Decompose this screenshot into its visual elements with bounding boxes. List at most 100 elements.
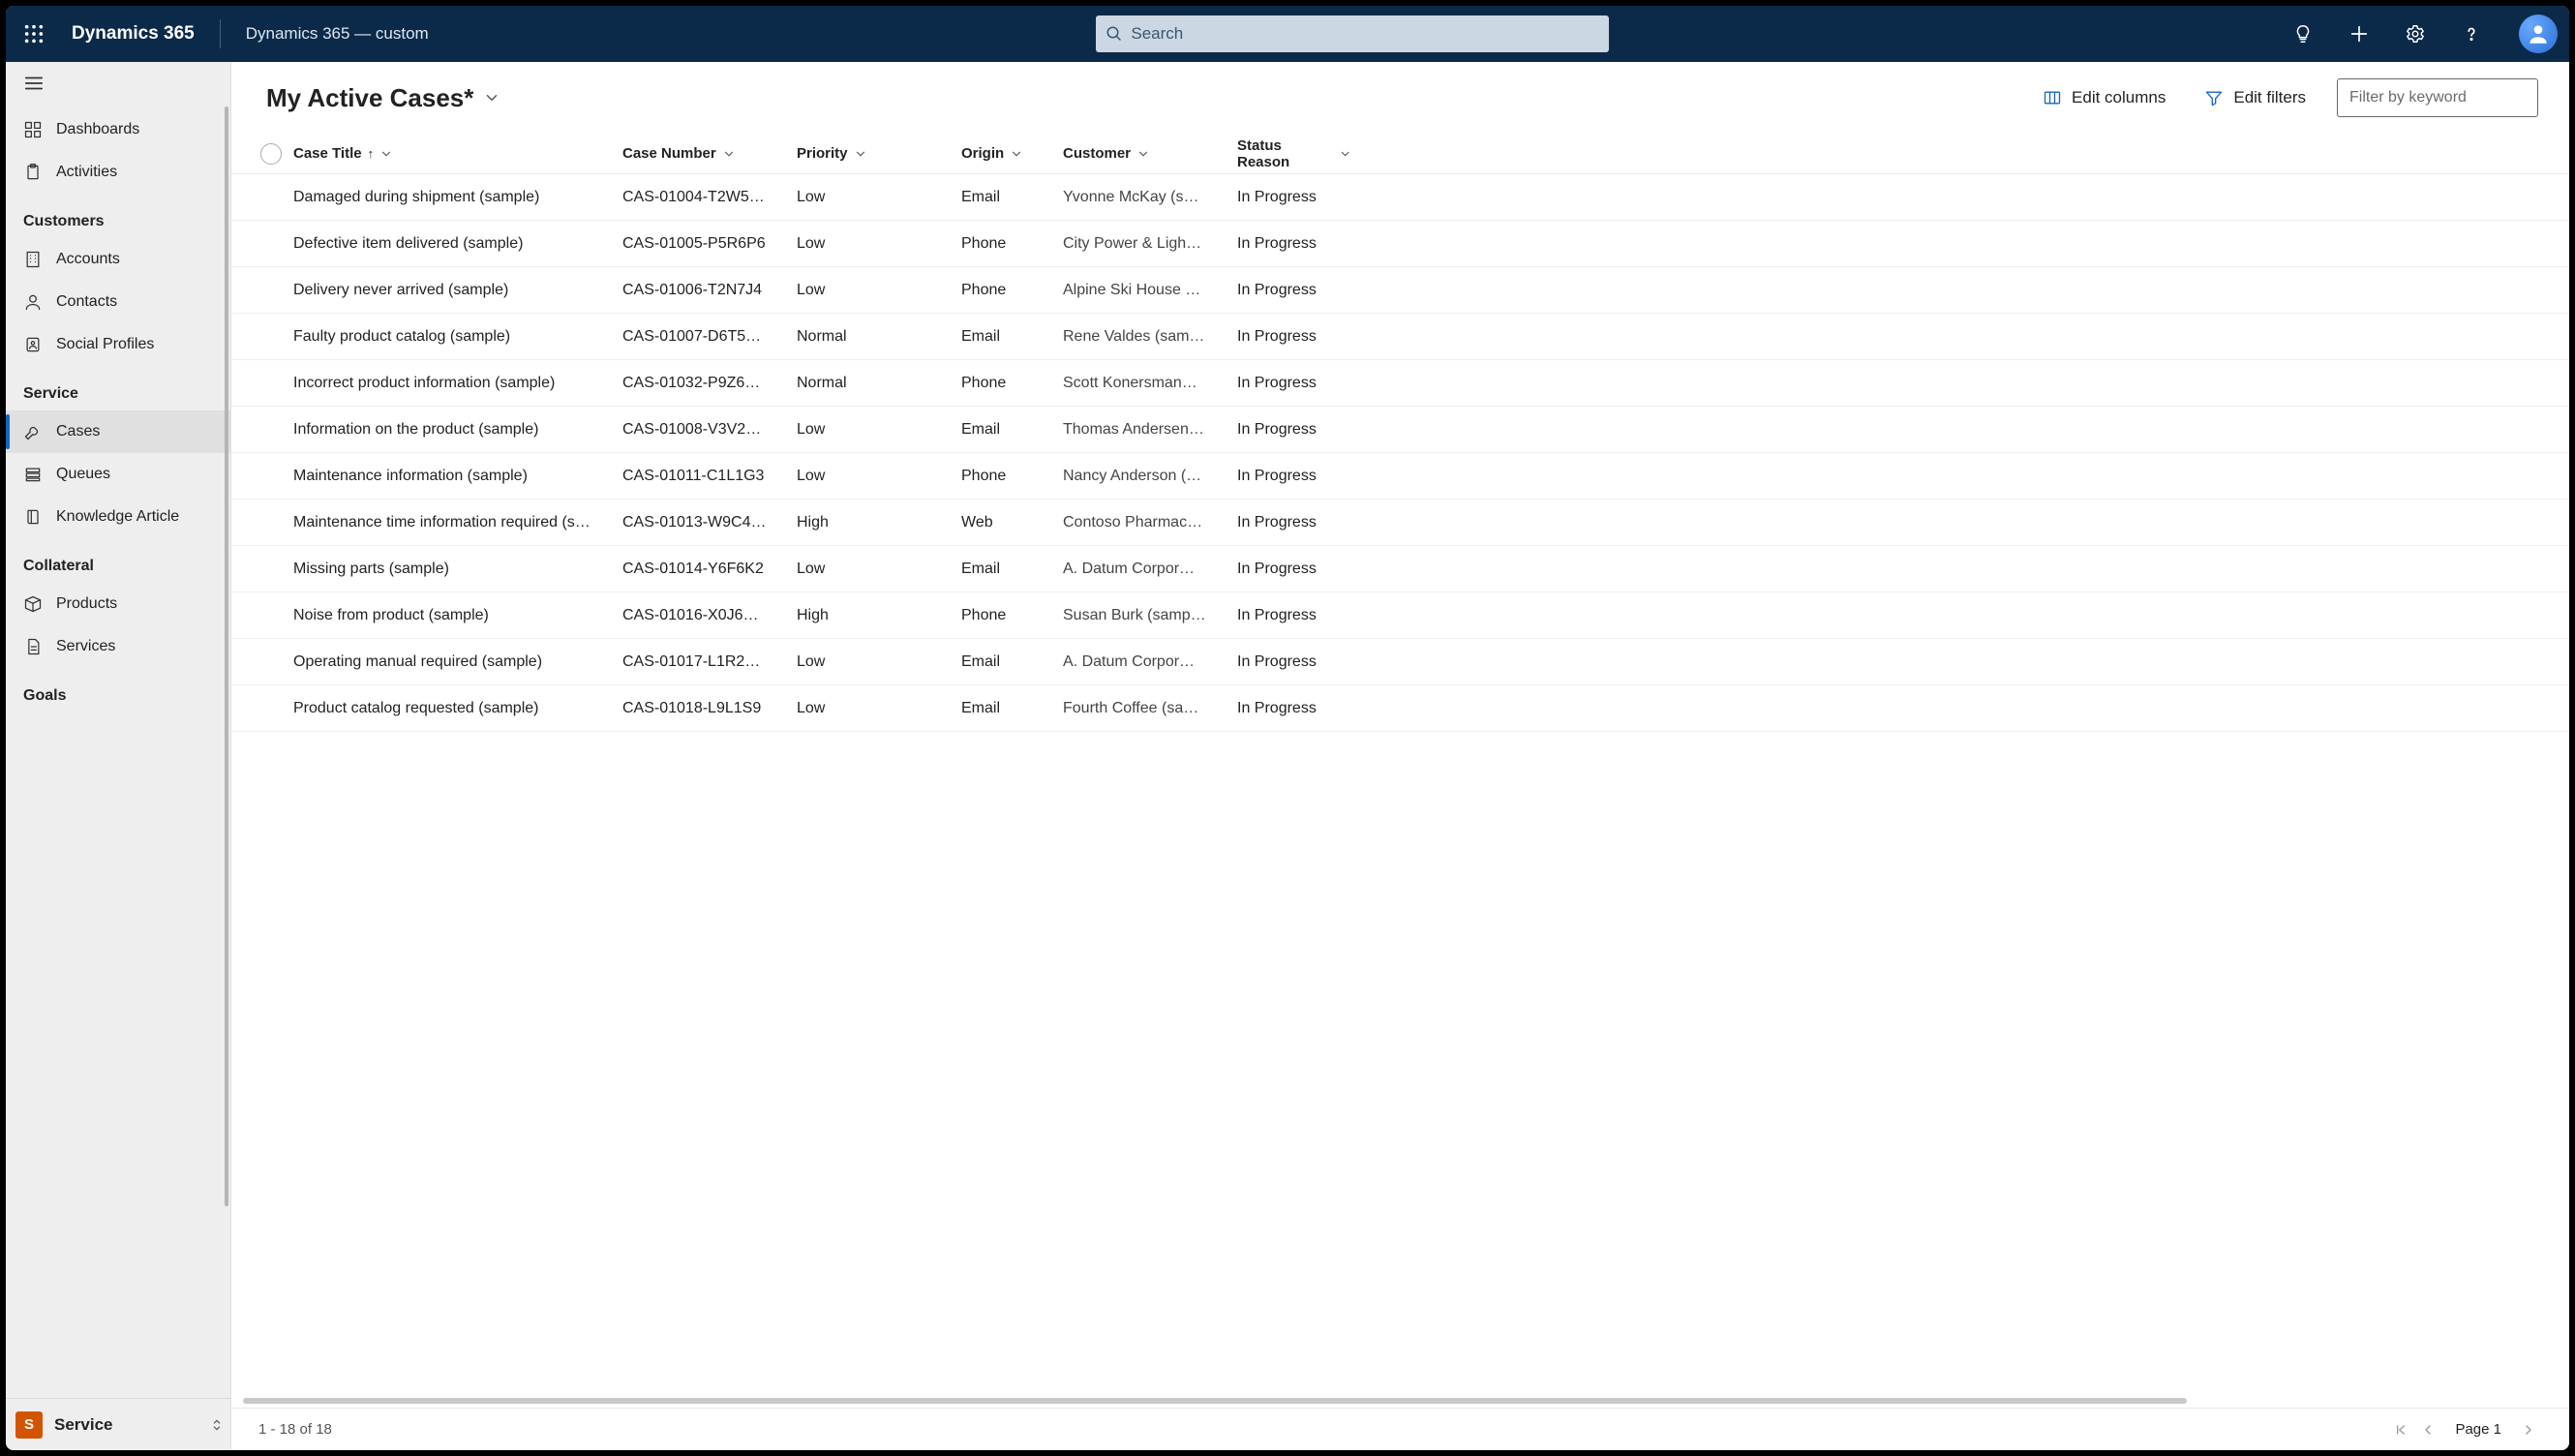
column-header-origin[interactable]: Origin (961, 145, 1023, 162)
cell-origin: Email (961, 421, 1063, 439)
sidebar-nav: DashboardsActivitiesCustomersAccountsCon… (6, 105, 230, 1398)
building-icon (23, 250, 43, 269)
column-header-case-number[interactable]: Case Number (622, 145, 736, 162)
topbar: Dynamics 365 Dynamics 365 — custom (6, 6, 2569, 62)
sidebar-item-contacts[interactable]: Contacts (6, 281, 230, 323)
grid: Case Title ↑ Case Number Priorit (231, 134, 2569, 1450)
lightbulb-icon (2292, 23, 2314, 45)
cell-case-number: CAS-01018-L9L1S9 (622, 700, 797, 717)
cell-customer: Fourth Coffee (sa… (1063, 700, 1237, 717)
sidebar-item-queues[interactable]: Queues (6, 453, 230, 496)
cell-title: Operating manual required (sample) (293, 653, 622, 671)
cell-priority: Low (797, 235, 961, 253)
table-row[interactable]: Defective item delivered (sample) CAS-01… (231, 221, 2569, 267)
cell-status-reason: In Progress (1237, 514, 1363, 531)
column-header-title[interactable]: Case Title ↑ (293, 145, 393, 162)
view-picker[interactable]: My Active Cases* (266, 83, 500, 113)
area-switch-button[interactable] (203, 1411, 230, 1439)
table-row[interactable]: Missing parts (sample) CAS-01014-Y6F6K2 … (231, 546, 2569, 592)
table-row[interactable]: Information on the product (sample) CAS-… (231, 407, 2569, 453)
breadcrumb[interactable]: Dynamics 365 — custom (246, 24, 429, 44)
cell-origin: Phone (961, 375, 1063, 392)
sidebar-item-activities[interactable]: Activities (6, 151, 230, 194)
table-row[interactable]: Maintenance information (sample) CAS-010… (231, 453, 2569, 500)
sidebar-scroll-thumb[interactable] (225, 106, 228, 1206)
sidebar-item-accounts[interactable]: Accounts (6, 238, 230, 281)
cell-title: Missing parts (sample) (293, 561, 622, 578)
sidebar-scrollbar[interactable] (223, 105, 230, 1398)
cell-priority: Low (797, 189, 961, 206)
pager-next-button[interactable] (2515, 1416, 2542, 1443)
column-header-title-label: Case Title (293, 145, 362, 162)
sidebar-group-label: Customers (6, 194, 230, 238)
user-avatar[interactable] (2519, 15, 2558, 53)
select-all-checkbox[interactable] (260, 143, 282, 165)
insights-button[interactable] (2288, 19, 2318, 48)
select-all-cell[interactable] (249, 143, 293, 165)
table-row[interactable]: Faulty product catalog (sample) CAS-0100… (231, 314, 2569, 360)
grid-horizontal-scroll-thumb[interactable] (243, 1398, 2187, 1404)
table-row[interactable]: Delivery never arrived (sample) CAS-0100… (231, 267, 2569, 314)
cell-customer: Contoso Pharmac… (1063, 514, 1237, 531)
column-header-priority-label: Priority (797, 145, 848, 162)
sidebar-area-switcher[interactable]: S Service (6, 1398, 230, 1450)
cell-priority: Normal (797, 328, 961, 346)
table-row[interactable]: Incorrect product information (sample) C… (231, 360, 2569, 407)
area-tile: S (15, 1411, 43, 1439)
cell-title: Maintenance time information required (s… (293, 514, 622, 531)
pager-prev-button[interactable] (2414, 1416, 2441, 1443)
cell-priority: High (797, 607, 961, 624)
doc-icon (23, 637, 43, 656)
keyword-filter-input[interactable] (2349, 89, 2526, 106)
cell-status-reason: In Progress (1237, 468, 1363, 485)
badge-icon (23, 335, 43, 354)
sidebar-item-social-profiles[interactable]: Social Profiles (6, 323, 230, 366)
grid-body[interactable]: Damaged during shipment (sample) CAS-010… (231, 174, 2569, 1396)
help-button[interactable] (2457, 19, 2486, 48)
columns-icon (2043, 88, 2062, 107)
sidebar-item-dashboards[interactable]: Dashboards (6, 108, 230, 151)
global-search[interactable] (1096, 15, 1609, 52)
table-row[interactable]: Noise from product (sample) CAS-01016-X0… (231, 592, 2569, 639)
cell-case-number: CAS-01006-T2N7J4 (622, 282, 797, 299)
person-icon (2526, 21, 2551, 46)
column-header-status-reason[interactable]: Status Reason (1237, 137, 1351, 170)
sidebar-item-products[interactable]: Products (6, 583, 230, 625)
sidebar-item-services[interactable]: Services (6, 625, 230, 668)
cell-title: Damaged during shipment (sample) (293, 189, 622, 206)
add-button[interactable] (2345, 19, 2374, 48)
table-row[interactable]: Damaged during shipment (sample) CAS-010… (231, 174, 2569, 221)
cell-title: Noise from product (sample) (293, 607, 622, 624)
sidebar-item-cases[interactable]: Cases (6, 410, 230, 453)
table-row[interactable]: Product catalog requested (sample) CAS-0… (231, 685, 2569, 732)
table-row[interactable]: Maintenance time information required (s… (231, 500, 2569, 546)
table-row[interactable]: Operating manual required (sample) CAS-0… (231, 639, 2569, 685)
column-header-priority[interactable]: Priority (797, 145, 867, 162)
cell-title: Faulty product catalog (sample) (293, 328, 622, 346)
cell-status-reason: In Progress (1237, 189, 1363, 206)
view-header: My Active Cases* Edit columns (231, 62, 2569, 134)
column-header-customer[interactable]: Customer (1063, 145, 1150, 162)
cell-customer: Yvonne McKay (s… (1063, 189, 1237, 206)
app-launcher-button[interactable] (14, 14, 54, 54)
edit-columns-button[interactable]: Edit columns (2035, 82, 2173, 113)
sidebar-item-label: Products (56, 595, 117, 613)
cell-status-reason: In Progress (1237, 375, 1363, 392)
keyword-filter[interactable] (2337, 78, 2538, 117)
sidebar-item-label: Cases (56, 423, 100, 440)
cell-origin: Phone (961, 468, 1063, 485)
view-title: My Active Cases* (266, 83, 473, 113)
cell-case-number: CAS-01013-W9C4… (622, 514, 797, 531)
pager-first-button[interactable] (2387, 1416, 2414, 1443)
settings-button[interactable] (2401, 19, 2430, 48)
hamburger-icon[interactable] (23, 73, 45, 94)
grid-horizontal-scrollbar[interactable] (243, 1396, 2558, 1406)
global-search-input[interactable] (1131, 24, 1599, 44)
chevron-updown-icon (209, 1417, 225, 1433)
edit-filters-button[interactable]: Edit filters (2196, 82, 2314, 113)
body: DashboardsActivitiesCustomersAccountsCon… (6, 62, 2569, 1450)
sidebar-item-label: Services (56, 638, 115, 655)
cell-case-number: CAS-01032-P9Z6… (622, 375, 797, 392)
sidebar-item-knowledge-article[interactable]: Knowledge Article (6, 496, 230, 538)
help-icon (2461, 23, 2482, 45)
